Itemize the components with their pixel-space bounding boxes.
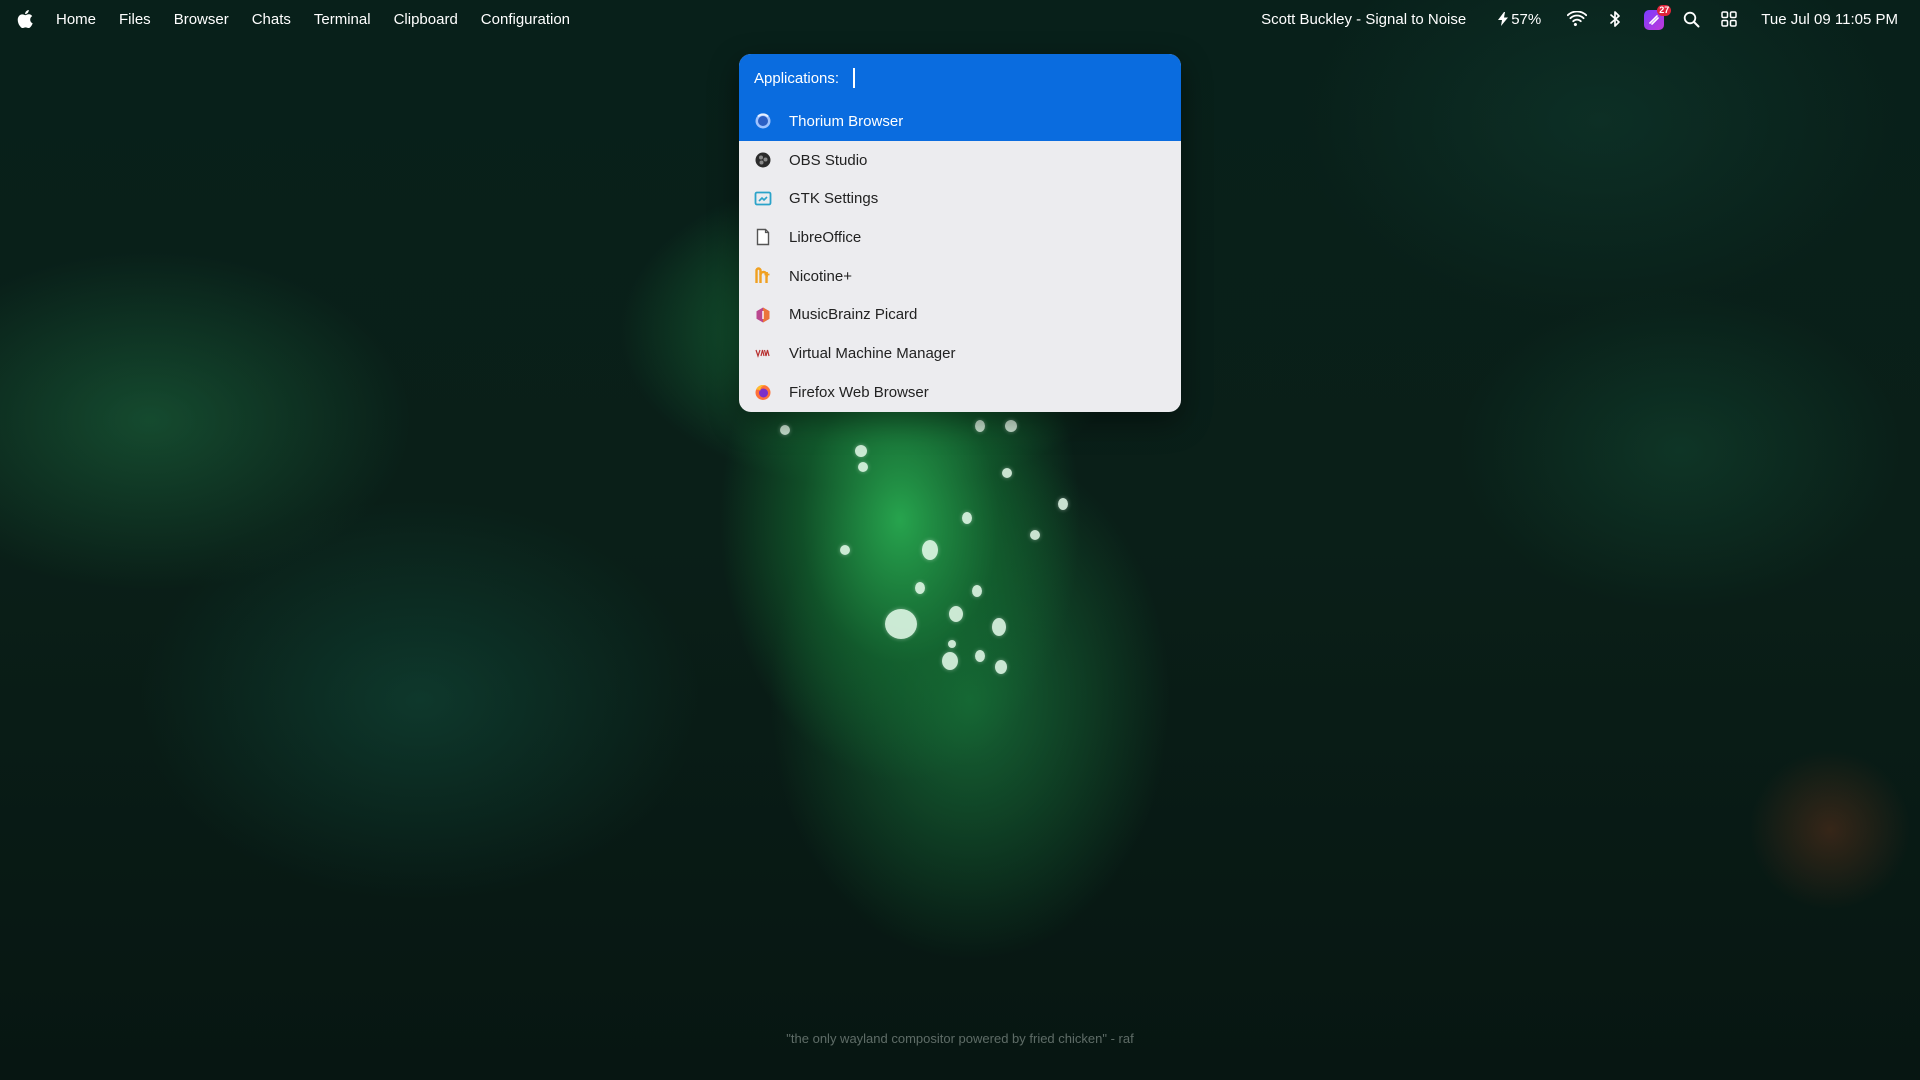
droplet [1030, 530, 1040, 540]
battery-indicator[interactable]: 57% [1498, 11, 1541, 28]
gtk-settings-icon [754, 190, 772, 208]
app-item-obs-studio[interactable]: OBS Studio [739, 141, 1181, 180]
droplet [885, 609, 917, 639]
droplet [995, 660, 1007, 674]
apple-logo-icon[interactable] [16, 10, 34, 28]
app-label: MusicBrainz Picard [789, 306, 918, 324]
droplet [922, 540, 938, 560]
menu-terminal[interactable]: Terminal [314, 11, 371, 28]
app-item-nicotine[interactable]: Nicotine+ [739, 257, 1181, 296]
menu-files[interactable]: Files [119, 11, 151, 28]
picard-icon [754, 306, 772, 324]
app-item-firefox-web-browser[interactable]: Firefox Web Browser [739, 373, 1181, 412]
control-center-icon[interactable] [1719, 9, 1739, 29]
app-item-virtual-machine-manager[interactable]: Virtual Machine Manager [739, 334, 1181, 373]
droplet [855, 445, 867, 457]
launcher-prompt: Applications: [754, 69, 840, 87]
wifi-icon[interactable] [1567, 9, 1588, 29]
top-bar: Home Files Browser Chats Terminal Clipbo… [0, 0, 1920, 38]
app-item-libreoffice[interactable]: LibreOffice [739, 218, 1181, 257]
battery-percent: 57% [1511, 10, 1542, 28]
droplet [975, 420, 985, 432]
droplet [858, 462, 868, 472]
launcher-search-bar[interactable]: Applications: [739, 54, 1181, 102]
bluetooth-icon[interactable] [1605, 9, 1625, 29]
firefox-icon [754, 383, 772, 401]
droplet [948, 640, 956, 648]
notification-count-badge: 27 [1657, 5, 1672, 16]
app-label: GTK Settings [789, 190, 879, 208]
menu-chats[interactable]: Chats [252, 11, 291, 28]
clock[interactable]: Tue Jul 09 11:05 PM [1761, 11, 1898, 28]
top-bar-left: Home Files Browser Chats Terminal Clipbo… [0, 10, 593, 28]
droplet [949, 606, 963, 622]
virt-manager-icon [754, 344, 772, 362]
droplet [780, 425, 790, 435]
droplet [1005, 420, 1017, 432]
droplet [992, 618, 1006, 636]
lightning-icon [1498, 12, 1509, 26]
droplet [972, 585, 982, 597]
app-launcher: Applications: Thorium Browser OBS Studio [739, 54, 1181, 412]
droplet [915, 582, 925, 594]
notification-app-icon[interactable]: 27 [1643, 5, 1672, 30]
menu-configuration[interactable]: Configuration [481, 11, 570, 28]
droplet [962, 512, 972, 524]
search-icon[interactable] [1681, 9, 1701, 29]
menu-home[interactable]: Home [56, 11, 96, 28]
app-label: Thorium Browser [789, 112, 904, 130]
app-item-gtk-settings[interactable]: GTK Settings [739, 179, 1181, 218]
top-bar-right: Scott Buckley - Signal to Noise 57% 27 T… [1261, 5, 1920, 30]
wallpaper-quote: "the only wayland compositor powered by … [786, 1031, 1134, 1046]
thorium-icon [754, 112, 772, 130]
tray-app-icon [1649, 15, 1660, 25]
now-playing[interactable]: Scott Buckley - Signal to Noise [1261, 11, 1466, 28]
nicotine-icon [754, 267, 772, 285]
text-caret [853, 68, 856, 88]
libreoffice-icon [754, 228, 772, 246]
menu-browser[interactable]: Browser [174, 11, 229, 28]
app-label: Nicotine+ [789, 267, 852, 285]
droplet [1058, 498, 1068, 510]
droplet [942, 652, 958, 670]
droplet [1002, 468, 1012, 478]
droplet [975, 650, 985, 662]
menu-clipboard[interactable]: Clipboard [394, 11, 458, 28]
obs-icon [754, 151, 772, 169]
app-label: OBS Studio [789, 151, 868, 169]
app-item-musicbrainz-picard[interactable]: MusicBrainz Picard [739, 295, 1181, 334]
droplet [840, 545, 850, 555]
app-label: Virtual Machine Manager [789, 344, 956, 362]
app-label: LibreOffice [789, 228, 862, 246]
app-item-thorium-browser[interactable]: Thorium Browser [739, 102, 1181, 141]
app-label: Firefox Web Browser [789, 383, 929, 401]
